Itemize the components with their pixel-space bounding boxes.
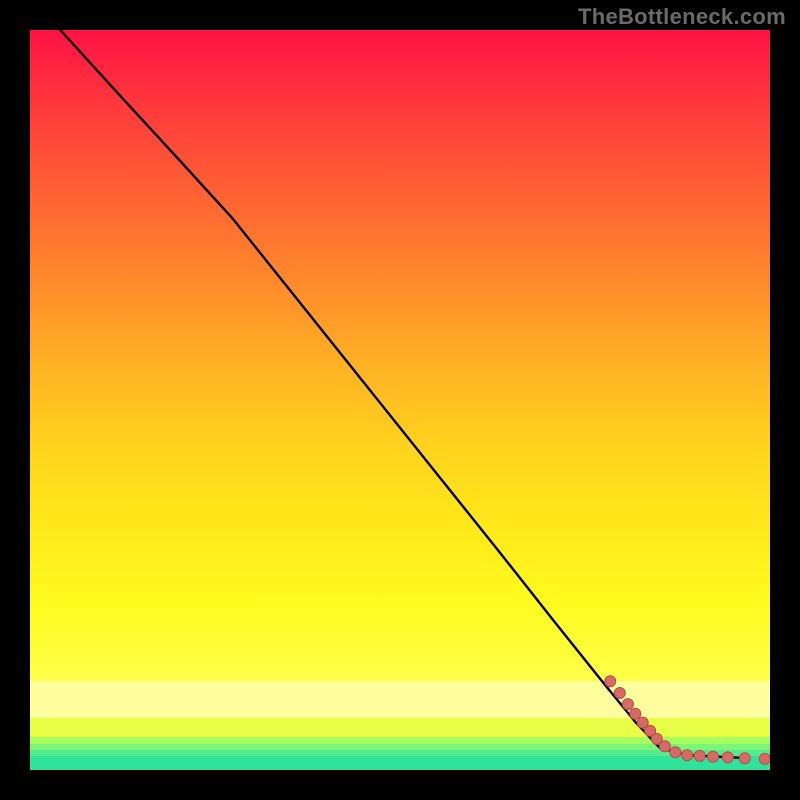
scatter-dot (739, 753, 750, 764)
scatter-dots (605, 676, 770, 765)
scatter-dot (722, 752, 733, 763)
watermark-label: TheBottleneck.com (578, 4, 786, 30)
scatter-dot (694, 750, 705, 761)
curve-line (60, 30, 748, 758)
scatter-dot (605, 676, 616, 687)
scatter-dot (614, 688, 625, 699)
scatter-dot (659, 741, 670, 752)
plot-area (30, 30, 770, 770)
chart-overlay (30, 30, 770, 770)
scatter-dot (759, 753, 770, 764)
scatter-dot (708, 751, 719, 762)
scatter-dot (622, 699, 633, 710)
scatter-dot (630, 708, 641, 719)
scatter-dot (670, 747, 681, 758)
chart-frame: TheBottleneck.com (0, 0, 800, 800)
scatter-dot (682, 750, 693, 761)
